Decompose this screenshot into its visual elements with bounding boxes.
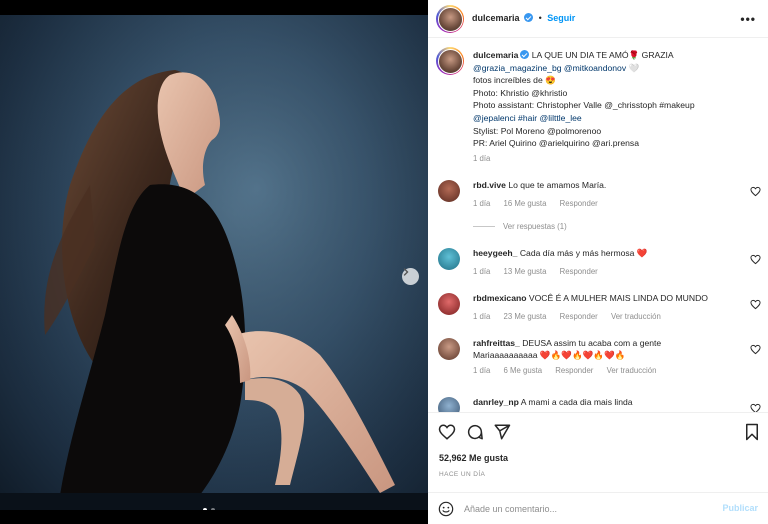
caption-line-6: Stylist: Pol Moreno @polmorenoo	[473, 125, 602, 136]
reply-button[interactable]: Responder	[560, 267, 598, 276]
comment-text: Lo que te amamos María.	[508, 180, 607, 190]
publish-button[interactable]: Publicar	[722, 503, 758, 513]
comment-username[interactable]: rahfreittas_	[473, 338, 520, 348]
likes-count[interactable]: 52,962 Me gusta	[439, 453, 508, 463]
comment-avatar[interactable]	[438, 338, 460, 360]
instagram-post-modal: dulcemaria • Seguir ••• dulcemaria LA QU…	[0, 0, 768, 524]
reply-button[interactable]: Responder	[560, 199, 598, 208]
more-icon[interactable]: •••	[740, 12, 756, 26]
author-username[interactable]: dulcemaria	[472, 13, 520, 23]
chevron-right-icon	[403, 268, 409, 276]
replies-line	[473, 226, 495, 227]
translate-button[interactable]: Ver traducción	[607, 366, 657, 375]
comment-username[interactable]: heeygeeh_	[473, 248, 517, 258]
follow-button[interactable]: Seguir	[547, 13, 575, 23]
comment-likes[interactable]: 13 Me gusta	[504, 267, 547, 276]
post-actions: 52,962 Me gusta HACE UN DÍA	[428, 412, 768, 492]
heart-icon[interactable]	[750, 403, 761, 412]
comment-text: A mami a cada dia mais linda	[520, 397, 633, 407]
caption-line-4: Photo assistant: Christopher Valle @_chr…	[473, 100, 695, 111]
comment-time: 1 día	[473, 311, 491, 321]
comment-username[interactable]: rbdmexicano	[473, 293, 527, 303]
comment-avatar[interactable]	[438, 397, 460, 412]
comment-likes[interactable]: 6 Me gusta	[504, 366, 543, 375]
comment-time: 1 día	[473, 266, 491, 276]
caption-line-3: Photo: Khristio @khristio	[473, 87, 568, 98]
next-image-button[interactable]	[402, 268, 419, 285]
caption-line-0: LA QUE UN DIA TE AMÓ🌹 GRAZIA	[531, 50, 674, 60]
photo-illustration	[0, 15, 428, 510]
comment-likes[interactable]: 16 Me gusta	[504, 199, 547, 208]
comment-icon[interactable]	[466, 423, 484, 441]
comment-text: Cada día más y más hermosa ❤️	[519, 248, 648, 258]
heart-icon[interactable]	[750, 186, 761, 197]
verified-icon	[524, 13, 534, 22]
add-comment-bar: Publicar	[428, 492, 768, 524]
author-avatar[interactable]	[436, 5, 464, 33]
caption-line-1[interactable]: @grazia_magazine_bg @mitkoandonov 🤍	[473, 62, 763, 75]
heart-icon[interactable]	[750, 254, 761, 265]
caption-line-7: PR: Ariel Quirino @arielquirino @ari.pre…	[473, 138, 639, 149]
caption-username[interactable]: dulcemaria	[473, 50, 518, 60]
caption-line-5[interactable]: @jepalenci #hair @lilttle_lee	[473, 112, 763, 125]
comment-avatar[interactable]	[438, 248, 460, 270]
share-icon[interactable]	[493, 423, 511, 441]
view-replies-label: Ver respuestas (1)	[503, 222, 567, 231]
verified-icon	[520, 50, 530, 59]
post-image[interactable]	[0, 15, 428, 510]
heart-icon[interactable]	[438, 423, 456, 441]
heart-icon[interactable]	[750, 299, 761, 310]
reply-button[interactable]: Responder	[560, 312, 598, 321]
comment-text: DEUSA assim tu acaba com a gente	[522, 338, 662, 348]
comment-avatar[interactable]	[438, 293, 460, 315]
comment-text: VOCÊ É A MULHER MAIS LINDA DO MUNDO	[528, 293, 708, 303]
caption-time: 1 día	[473, 153, 491, 163]
caption-line-2: fotos increíbles de 😍	[473, 75, 556, 86]
comment-avatar[interactable]	[438, 180, 460, 202]
carousel-dot	[211, 508, 215, 510]
comment-time: 1 día	[473, 366, 491, 375]
author-line: dulcemaria • Seguir	[472, 13, 576, 23]
post-sidebar: dulcemaria • Seguir ••• dulcemaria LA QU…	[428, 0, 768, 524]
carousel-dot-active	[203, 508, 207, 510]
translate-button[interactable]: Ver traducción	[611, 312, 661, 321]
comment-username[interactable]: rbd.vive	[473, 180, 506, 190]
comment-username[interactable]: danrley_np	[473, 397, 519, 407]
reply-button[interactable]: Responder	[555, 366, 593, 375]
bookmark-icon[interactable]	[743, 423, 761, 441]
comment-input[interactable]	[464, 499, 704, 519]
heart-icon[interactable]	[750, 344, 761, 355]
caption-text: dulcemaria LA QUE UN DIA TE AMÓ🌹 GRAZIA …	[473, 49, 763, 165]
view-replies-button[interactable]: Ver respuestas (1)	[473, 222, 567, 231]
comments-list[interactable]: dulcemaria LA QUE UN DIA TE AMÓ🌹 GRAZIA …	[428, 39, 768, 412]
comment-time: 1 día	[473, 198, 491, 208]
caption-avatar[interactable]	[436, 47, 464, 75]
comment-likes[interactable]: 23 Me gusta	[504, 312, 547, 321]
carousel-indicator	[203, 508, 215, 510]
emoji-icon[interactable]	[438, 501, 454, 517]
posted-time: HACE UN DÍA	[439, 471, 486, 478]
post-header: dulcemaria • Seguir •••	[428, 0, 768, 38]
comment-text-line2: Mariaaaaaaaaaa ❤️🔥❤️🔥❤️🔥❤️🔥	[473, 349, 626, 360]
